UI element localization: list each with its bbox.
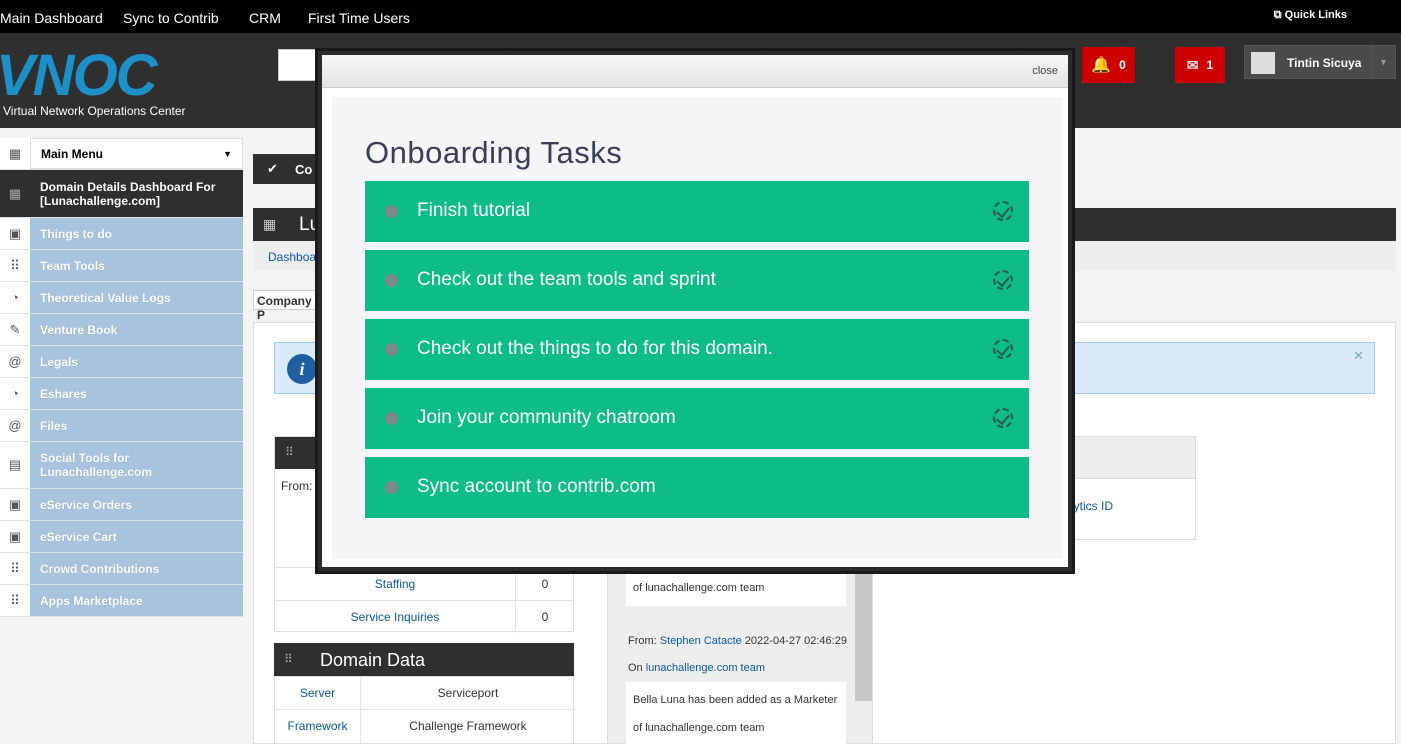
modal-body: Onboarding Tasks Finish tutorial Check o…	[332, 97, 1062, 559]
modal-title: Onboarding Tasks	[365, 135, 623, 170]
top-nav-bar: Main Dashboard Sync to Contrib CRM First…	[0, 0, 1401, 33]
domain-data-table: Server Serviceport Framework Challenge F…	[274, 676, 575, 744]
status-dot-icon	[385, 412, 398, 425]
task-team-tools[interactable]: Check out the team tools and sprint	[365, 250, 1029, 311]
status-dot-icon	[385, 274, 398, 287]
domain-data-header: ⠿ Domain Data	[274, 643, 574, 676]
calendar-icon: ▣	[0, 218, 30, 249]
tab-company-profile[interactable]: Company P	[253, 290, 323, 322]
onboarding-modal-overlay: close Onboarding Tasks Finish tutorial C…	[315, 48, 1075, 574]
external-link-icon: ⧉	[1273, 9, 1285, 21]
pending-check-icon	[993, 339, 1013, 359]
dashboard-icon: ▦	[0, 138, 30, 169]
quick-links[interactable]: ⧉ Quick Links	[1274, 9, 1347, 22]
user-menu[interactable]: Tintin Sicuya ▼	[1244, 45, 1396, 79]
grid-icon: ⠿	[285, 445, 294, 459]
sidebar-item-domain-dashboard[interactable]: ▦ Domain Details Dashboard For [Lunachal…	[0, 170, 243, 218]
task-join-chatroom[interactable]: Join your community chatroom	[365, 388, 1029, 449]
domain-data-title: Domain Data	[320, 650, 426, 670]
messages-count: 1	[1206, 58, 1214, 72]
chevron-down-icon[interactable]: ▼	[1371, 46, 1395, 78]
nav-crm[interactable]: CRM	[249, 10, 281, 26]
caret-down-icon: ▼	[223, 148, 232, 159]
nav-sync-to-contrib[interactable]: Sync to Contrib	[123, 10, 219, 26]
sidebar: ▦ Main Menu ▼ ▦ Domain Details Dashboard …	[0, 138, 243, 617]
sidebar-item-files[interactable]: @ Files	[0, 410, 243, 442]
logo[interactable]: VNOC	[0, 47, 158, 105]
at-icon: @	[0, 410, 30, 441]
bell-icon: 🔔	[1091, 57, 1112, 74]
sidebar-item-team-tools[interactable]: ⠿ Team Tools	[0, 250, 243, 282]
table-row: Framework Challenge Framework	[275, 710, 575, 743]
sidebar-item-eshares[interactable]: ◔ Eshares	[0, 378, 243, 410]
pending-check-icon	[993, 270, 1013, 290]
message-header: From: Stephen Catacte 2022-04-27 02:46:2…	[628, 635, 847, 647]
close-button[interactable]: close	[1032, 65, 1058, 77]
grid-icon: ⠿	[0, 250, 30, 281]
notifications-button[interactable]: 🔔 0	[1082, 47, 1135, 83]
pencil-icon: ✎	[0, 314, 30, 345]
task-finish-tutorial[interactable]: Finish tutorial	[365, 181, 1029, 242]
grid-icon: ⠿	[284, 652, 293, 666]
search-input[interactable]	[278, 49, 318, 81]
close-icon[interactable]: ✕	[1353, 348, 1364, 364]
sidebar-item-social-tools[interactable]: ▤ Social Tools for Lunachallenge.com	[0, 442, 243, 489]
analytics-widget: lytics ID	[1064, 436, 1196, 540]
status-dot-icon	[385, 343, 398, 356]
calendar-icon: ▣	[0, 521, 30, 552]
grid-icon: ⠿	[0, 585, 30, 616]
sidebar-item-things-to-do[interactable]: ▣ Things to do	[0, 218, 243, 250]
at-icon: @	[0, 346, 30, 377]
sidebar-main-menu[interactable]: ▦ Main Menu ▼	[0, 138, 243, 170]
table-row: Service Inquiries 0	[275, 600, 574, 633]
compact-button[interactable]: ✔ Co	[253, 154, 323, 184]
envelope-icon: ✉	[1186, 56, 1199, 73]
message-team: On lunachallenge.com team	[628, 662, 765, 674]
pending-check-icon	[993, 201, 1013, 221]
message-card: of lunachallenge.com team	[626, 572, 846, 606]
nav-main-dashboard[interactable]: Main Dashboard	[0, 10, 103, 26]
nav-first-time-users[interactable]: First Time Users	[308, 10, 410, 26]
image-icon: ▤	[0, 442, 30, 488]
dashboard-icon: ▦	[263, 216, 277, 232]
calendar-icon: ▣	[0, 489, 30, 520]
pie-icon: ◔	[0, 378, 30, 409]
sidebar-item-theoretical-value-logs[interactable]: ◔ Theoretical Value Logs	[0, 282, 243, 314]
table-row: Server Serviceport	[275, 677, 575, 710]
breadcrumb-dashboard-link[interactable]: Dashboa	[268, 250, 316, 264]
sidebar-item-legals[interactable]: @ Legals	[0, 346, 243, 378]
sidebar-item-crowd-contributions[interactable]: ⠿ Crowd Contributions	[0, 553, 243, 585]
scrollbar[interactable]	[855, 561, 872, 701]
modal-titlebar: close	[322, 55, 1068, 88]
status-dot-icon	[385, 481, 398, 494]
task-sync-account[interactable]: Sync account to contrib.com	[365, 457, 1029, 518]
dashboard-icon: ▦	[0, 170, 30, 217]
info-icon: i	[287, 354, 317, 384]
messages-button[interactable]: ✉ 1	[1175, 47, 1225, 83]
check-icon: ✔	[267, 161, 278, 176]
status-dot-icon	[385, 205, 398, 218]
sidebar-item-eservice-cart[interactable]: ▣ eService Cart	[0, 521, 243, 553]
notifications-count: 0	[1119, 58, 1126, 72]
grid-icon: ⠿	[0, 553, 30, 584]
onboarding-modal: close Onboarding Tasks Finish tutorial C…	[322, 55, 1068, 567]
pie-icon: ◔	[0, 282, 30, 313]
message-card: Bella Luna has been added as a Marketer …	[626, 682, 846, 744]
logo-subtitle: Virtual Network Operations Center	[3, 104, 186, 118]
user-name: Tintin Sicuya	[1287, 56, 1362, 70]
sidebar-item-apps-marketplace[interactable]: ⠿ Apps Marketplace	[0, 585, 243, 617]
pending-check-icon	[993, 408, 1013, 428]
sidebar-item-eservice-orders[interactable]: ▣ eService Orders	[0, 489, 243, 521]
sidebar-item-venture-book[interactable]: ✎ Venture Book	[0, 314, 243, 346]
avatar	[1251, 52, 1275, 74]
task-things-to-do[interactable]: Check out the things to do for this doma…	[365, 319, 1029, 380]
